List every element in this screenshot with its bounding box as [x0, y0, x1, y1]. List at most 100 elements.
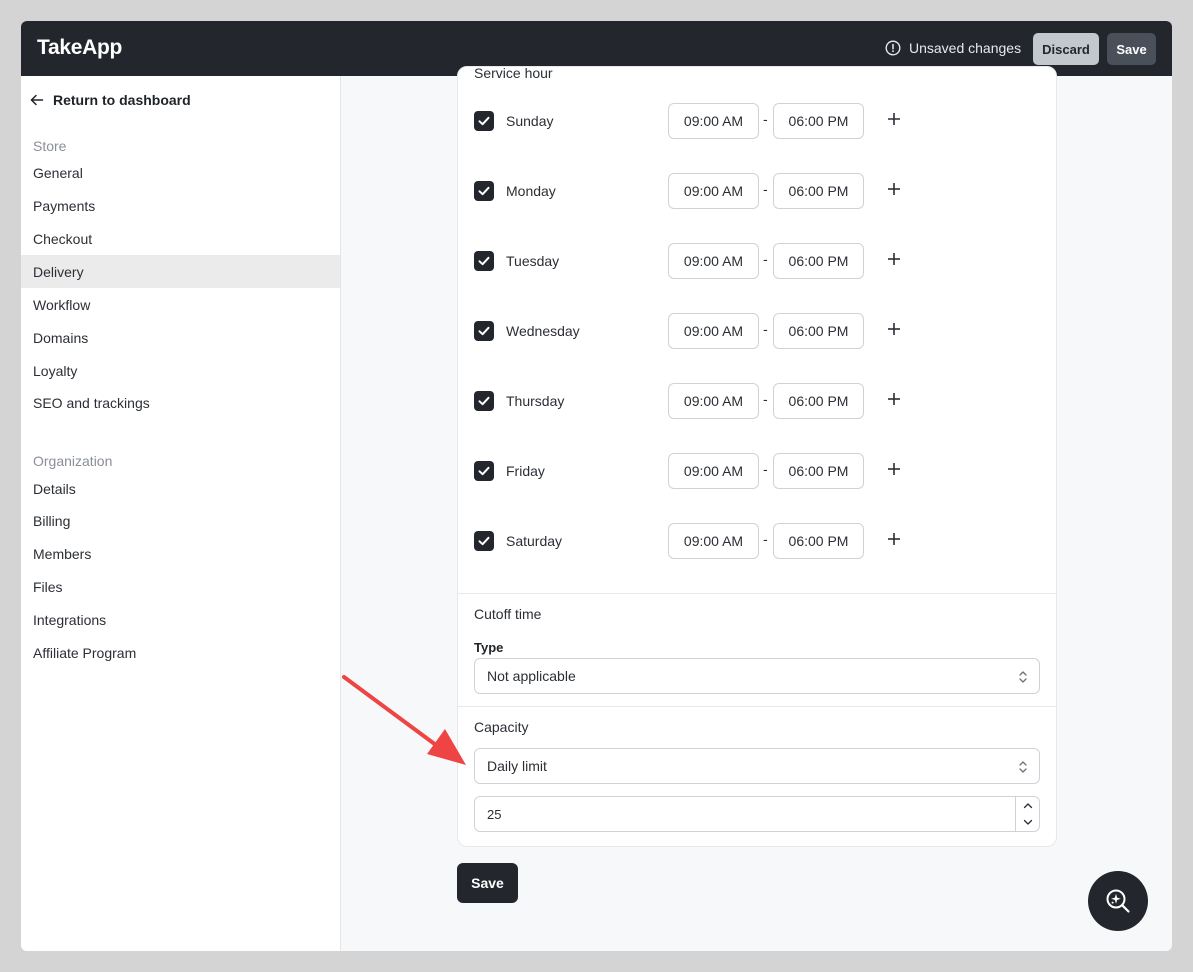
tuesday-start-time[interactable]: 09:00 AM	[668, 243, 759, 279]
plus-icon[interactable]	[887, 462, 901, 476]
capacity-quantity-input[interactable]: 25	[474, 796, 1040, 832]
day-label: Sunday	[506, 113, 554, 129]
store-section-label: Store	[33, 138, 67, 154]
capacity-limit-select[interactable]: Daily limit	[474, 748, 1040, 784]
sidebar-item-delivery[interactable]: Delivery	[21, 255, 340, 288]
plus-icon[interactable]	[887, 252, 901, 266]
ai-search-fab[interactable]	[1088, 871, 1148, 931]
sunday-checkbox[interactable]	[474, 111, 494, 131]
day-row-friday: Friday 09:00 AM - 06:00 PM	[458, 453, 1056, 497]
plus-icon[interactable]	[887, 112, 901, 126]
section-divider	[458, 706, 1056, 707]
type-label: Type	[474, 640, 504, 655]
day-row-wednesday: Wednesday 09:00 AM - 06:00 PM	[458, 313, 1056, 357]
section-divider	[458, 593, 1056, 594]
friday-end-time[interactable]: 06:00 PM	[773, 453, 864, 489]
time-separator: -	[763, 391, 768, 407]
monday-end-time[interactable]: 06:00 PM	[773, 173, 864, 209]
sidebar-item-general[interactable]: General	[21, 156, 340, 189]
sunday-end-time[interactable]: 06:00 PM	[773, 103, 864, 139]
saturday-start-time[interactable]: 09:00 AM	[668, 523, 759, 559]
monday-checkbox[interactable]	[474, 181, 494, 201]
chevron-up-down-icon	[1019, 671, 1027, 683]
return-label: Return to dashboard	[53, 92, 191, 108]
main-content: Service hour Sunday 09:00 AM - 06:00 PM …	[342, 65, 1172, 951]
day-row-monday: Monday 09:00 AM - 06:00 PM	[458, 173, 1056, 217]
sidebar-item-loyalty[interactable]: Loyalty	[21, 354, 340, 387]
time-separator: -	[763, 251, 768, 267]
day-row-thursday: Thursday 09:00 AM - 06:00 PM	[458, 383, 1056, 427]
day-label: Tuesday	[506, 253, 560, 269]
chevron-up-down-icon	[1019, 761, 1027, 773]
time-separator: -	[763, 461, 768, 477]
unsaved-changes-text: Unsaved changes	[909, 40, 1022, 56]
sidebar-item-members[interactable]: Members	[21, 537, 340, 570]
day-row-saturday: Saturday 09:00 AM - 06:00 PM	[458, 523, 1056, 567]
day-label: Monday	[506, 183, 556, 199]
tuesday-checkbox[interactable]	[474, 251, 494, 271]
quantity-stepper[interactable]	[1015, 797, 1039, 831]
chevron-up-icon	[1023, 803, 1032, 809]
time-separator: -	[763, 111, 768, 127]
monday-start-time[interactable]: 09:00 AM	[668, 173, 759, 209]
sidebar-item-details[interactable]: Details	[21, 472, 340, 505]
cutoff-time-heading: Cutoff time	[474, 606, 542, 622]
tuesday-end-time[interactable]: 06:00 PM	[773, 243, 864, 279]
thursday-end-time[interactable]: 06:00 PM	[773, 383, 864, 419]
plus-icon[interactable]	[887, 532, 901, 546]
sidebar: Return to dashboard Store General Paymen…	[21, 76, 341, 951]
delivery-settings-card: Service hour Sunday 09:00 AM - 06:00 PM …	[457, 65, 1057, 847]
plus-icon[interactable]	[887, 322, 901, 336]
stepper-down[interactable]	[1016, 814, 1039, 831]
day-row-tuesday: Tuesday 09:00 AM - 06:00 PM	[458, 243, 1056, 287]
friday-checkbox[interactable]	[474, 461, 494, 481]
plus-icon[interactable]	[887, 182, 901, 196]
check-icon	[478, 396, 490, 406]
saturday-end-time[interactable]: 06:00 PM	[773, 523, 864, 559]
day-row-sunday: Sunday 09:00 AM - 06:00 PM	[458, 103, 1056, 147]
sidebar-item-checkout[interactable]: Checkout	[21, 222, 340, 255]
sidebar-item-workflow[interactable]: Workflow	[21, 288, 340, 321]
sidebar-item-files[interactable]: Files	[21, 570, 340, 603]
wednesday-end-time[interactable]: 06:00 PM	[773, 313, 864, 349]
service-hour-heading: Service hour	[474, 65, 553, 81]
thursday-start-time[interactable]: 09:00 AM	[668, 383, 759, 419]
save-button[interactable]: Save	[457, 863, 518, 903]
organization-section-label: Organization	[33, 453, 113, 469]
time-separator: -	[763, 531, 768, 547]
saturday-checkbox[interactable]	[474, 531, 494, 551]
check-icon	[478, 536, 490, 546]
sidebar-item-payments[interactable]: Payments	[21, 189, 340, 222]
check-icon	[478, 256, 490, 266]
arrow-left-icon	[30, 94, 44, 106]
discard-button[interactable]: Discard	[1033, 33, 1099, 65]
check-icon	[478, 116, 490, 126]
plus-icon[interactable]	[887, 392, 901, 406]
alert-circle-icon	[885, 40, 901, 56]
sunday-start-time[interactable]: 09:00 AM	[668, 103, 759, 139]
sidebar-item-affiliate-program[interactable]: Affiliate Program	[21, 636, 340, 669]
cutoff-type-select[interactable]: Not applicable	[474, 658, 1040, 694]
return-to-dashboard-link[interactable]: Return to dashboard	[29, 92, 191, 108]
app-logo: TakeApp	[37, 36, 123, 59]
cutoff-type-value: Not applicable	[487, 668, 576, 684]
wednesday-checkbox[interactable]	[474, 321, 494, 341]
sparkle-search-icon	[1106, 889, 1130, 913]
day-label: Saturday	[506, 533, 563, 549]
day-label: Friday	[506, 463, 545, 479]
sidebar-item-billing[interactable]: Billing	[21, 504, 340, 537]
check-icon	[478, 186, 490, 196]
sidebar-item-integrations[interactable]: Integrations	[21, 603, 340, 636]
wednesday-start-time[interactable]: 09:00 AM	[668, 313, 759, 349]
unsaved-changes-indicator: Unsaved changes	[885, 40, 1021, 56]
friday-start-time[interactable]: 09:00 AM	[668, 453, 759, 489]
time-separator: -	[763, 321, 768, 337]
thursday-checkbox[interactable]	[474, 391, 494, 411]
capacity-quantity-value: 25	[487, 806, 502, 822]
stepper-up[interactable]	[1016, 797, 1039, 814]
save-button-top[interactable]: Save	[1107, 33, 1156, 65]
capacity-heading: Capacity	[474, 719, 529, 735]
sidebar-item-seo[interactable]: SEO and trackings	[21, 386, 340, 419]
check-icon	[478, 326, 490, 336]
sidebar-item-domains[interactable]: Domains	[21, 321, 340, 354]
